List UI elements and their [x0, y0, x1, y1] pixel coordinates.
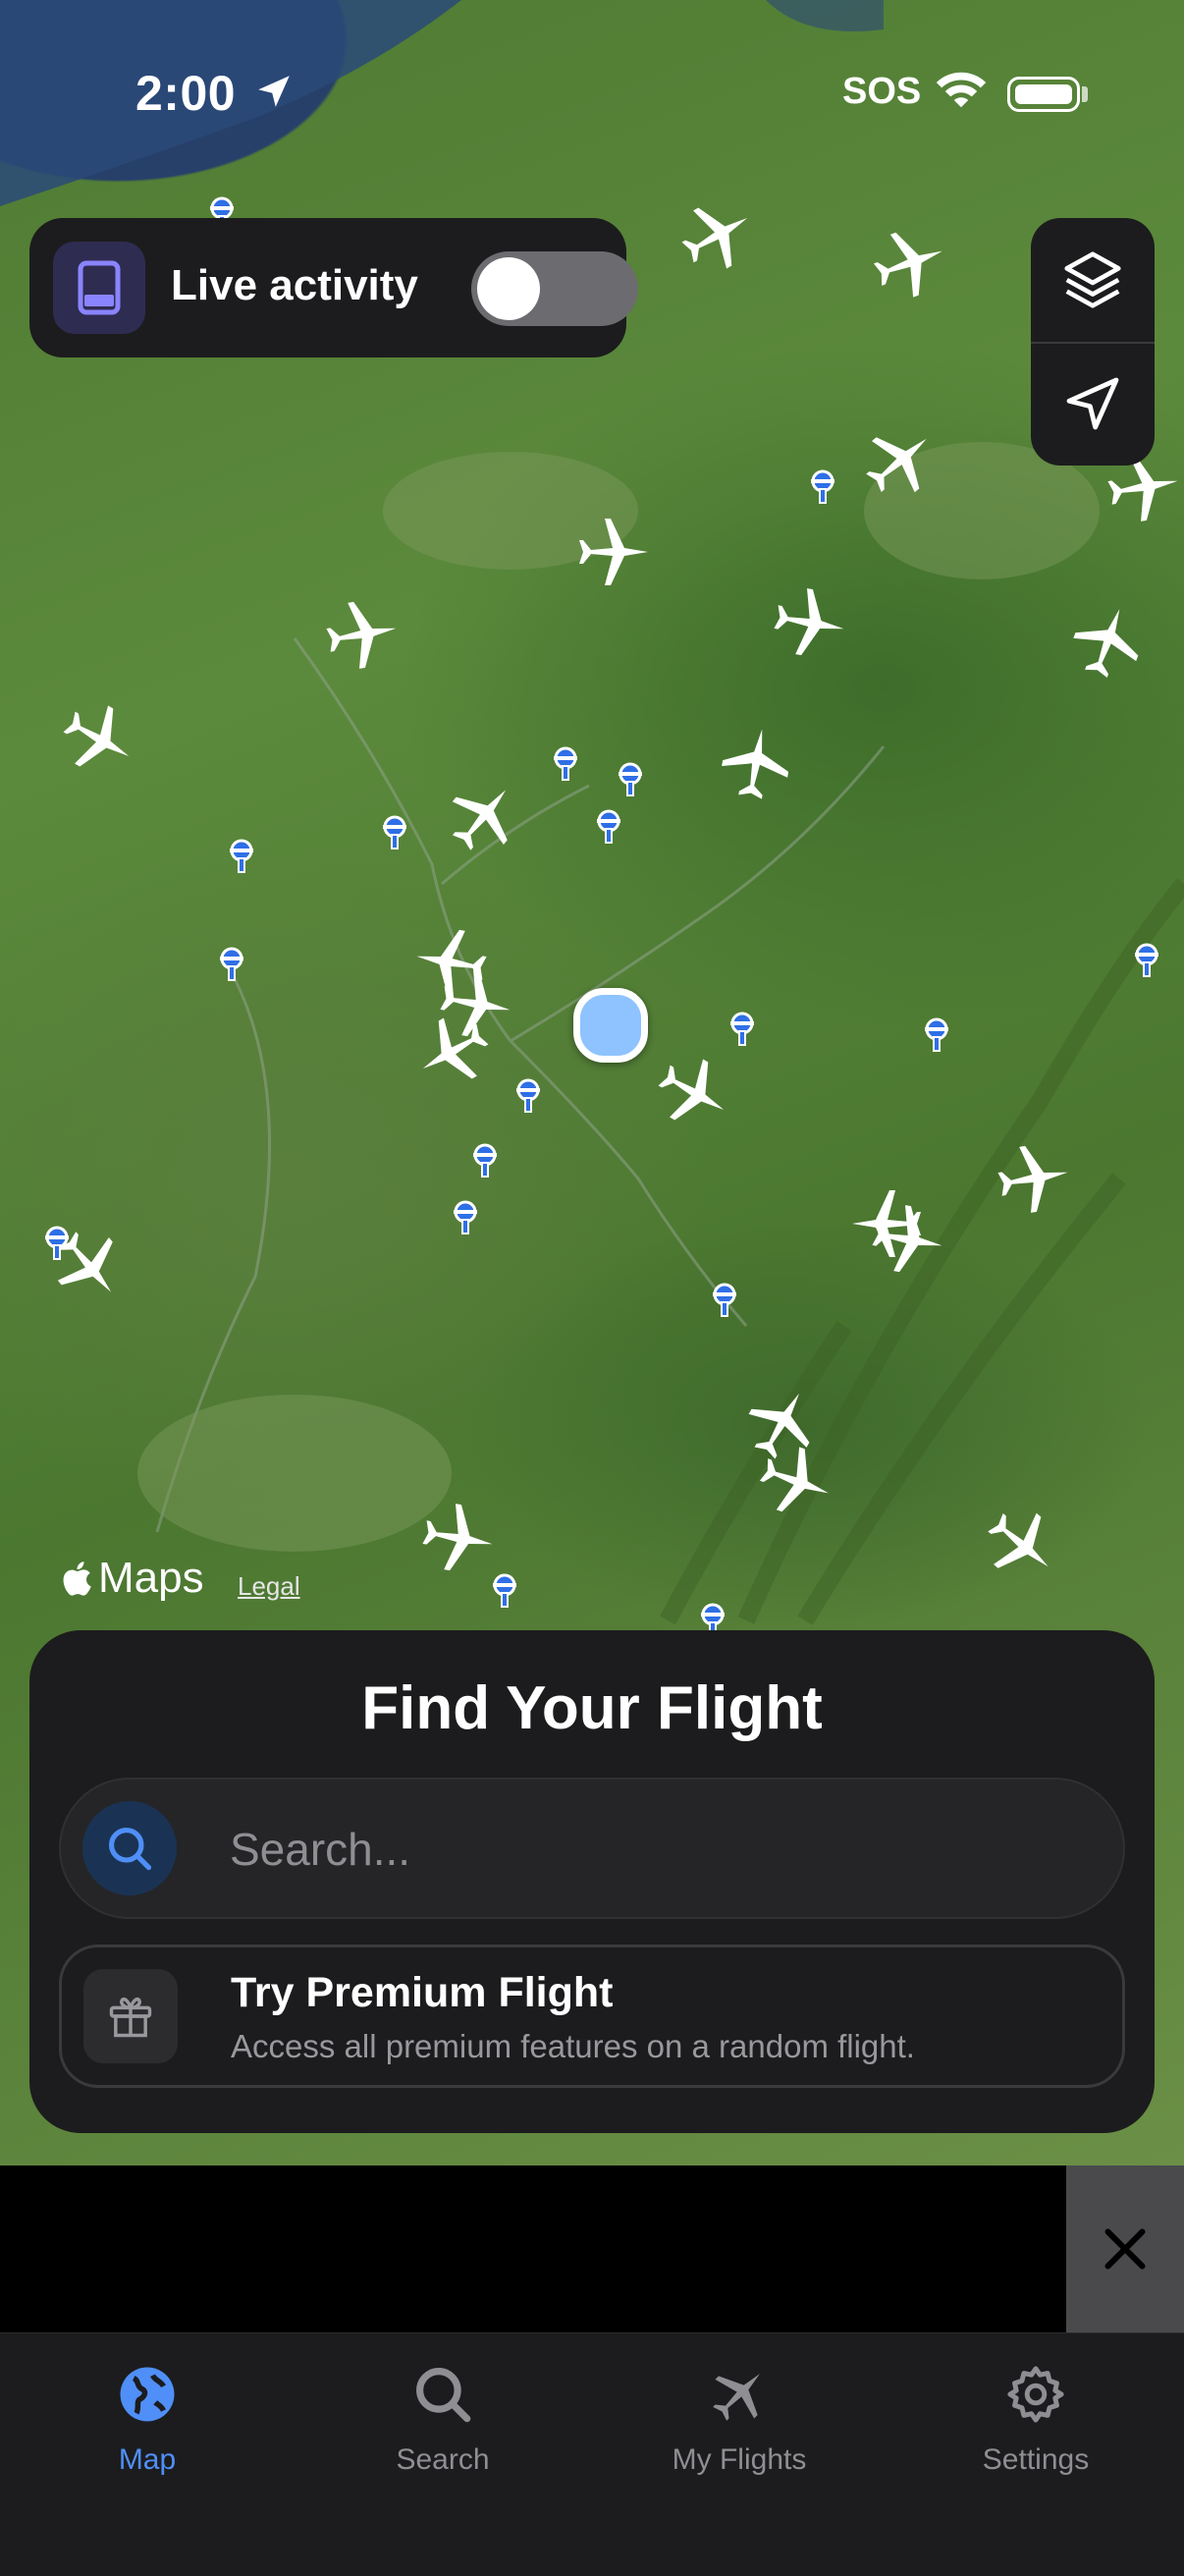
tab-bar: Map Search My Flights Settings — [0, 2332, 1184, 2576]
airplane-marker[interactable] — [870, 224, 948, 302]
airplane-marker[interactable] — [677, 196, 756, 275]
apple-logo-icon — [63, 1562, 91, 1596]
airplane-icon — [713, 2373, 761, 2421]
airplane-marker[interactable] — [654, 1053, 732, 1131]
legal-link[interactable]: Legal — [238, 1571, 300, 1602]
close-ad-button[interactable] — [1066, 2165, 1184, 2332]
search-icon-badge — [82, 1801, 177, 1895]
airport-marker[interactable] — [705, 1281, 744, 1320]
search-placeholder: Search... — [230, 1824, 411, 1875]
user-location-dot — [573, 988, 648, 1063]
airplane-marker[interactable] — [1068, 603, 1147, 682]
premium-title: Try Premium Flight — [231, 1969, 614, 2016]
tab-my-flights[interactable]: My Flights — [641, 2355, 837, 2477]
battery-icon — [1007, 77, 1080, 112]
tab-label: My Flights — [672, 2443, 807, 2476]
airport-marker[interactable] — [37, 1224, 77, 1263]
search-icon — [416, 2368, 471, 2423]
airport-marker[interactable] — [375, 813, 414, 852]
map-controls — [1031, 218, 1155, 466]
airplane-marker[interactable] — [982, 1505, 1060, 1583]
close-icon — [1104, 2228, 1146, 2270]
tab-map[interactable]: Map — [49, 2355, 245, 2477]
gear-icon — [1007, 2366, 1064, 2423]
airport-marker[interactable] — [589, 807, 628, 847]
apple-maps-logo: Maps — [59, 1554, 204, 1603]
flight-search-input[interactable]: Search... — [59, 1778, 1125, 1919]
gift-icon — [109, 1997, 152, 2038]
airplane-marker[interactable] — [414, 1012, 493, 1090]
status-bar: 2:00 SOS — [0, 0, 1184, 187]
tab-label: Search — [396, 2443, 490, 2476]
wifi-icon — [936, 72, 987, 108]
airport-marker[interactable] — [1127, 941, 1166, 980]
airport-marker[interactable] — [212, 945, 251, 984]
airplane-marker[interactable] — [770, 583, 848, 662]
airplane-marker[interactable] — [994, 1139, 1072, 1218]
airplane-marker[interactable] — [59, 699, 137, 778]
sos-indicator: SOS — [842, 71, 922, 112]
tab-settings[interactable]: Settings — [938, 2355, 1134, 2477]
airport-marker[interactable] — [222, 837, 261, 876]
airplane-marker[interactable] — [756, 1442, 834, 1520]
airport-marker[interactable] — [485, 1571, 524, 1611]
try-premium-button[interactable]: Try Premium Flight Access all premium fe… — [59, 1945, 1125, 2088]
maps-label: Maps — [98, 1554, 204, 1602]
airplane-marker[interactable] — [322, 595, 401, 674]
toggle-knob — [477, 257, 540, 320]
airplane-marker[interactable] — [444, 778, 522, 856]
airport-marker[interactable] — [917, 1015, 956, 1055]
airplane-marker[interactable] — [717, 725, 795, 803]
airplane-marker[interactable] — [868, 1200, 946, 1279]
airplane-marker[interactable] — [860, 422, 939, 501]
find-flight-sheet: Find Your Flight Search... Try Premium F… — [29, 1630, 1155, 2133]
search-icon — [108, 1827, 152, 1871]
live-activity-toggle[interactable] — [471, 251, 638, 326]
airport-marker[interactable] — [546, 744, 585, 784]
airport-marker[interactable] — [446, 1198, 485, 1237]
airport-marker[interactable] — [803, 467, 842, 507]
airplane-marker[interactable] — [573, 513, 652, 591]
status-time: 2:00 — [135, 66, 237, 121]
ad-banner — [0, 2165, 1184, 2332]
airport-marker[interactable] — [509, 1076, 548, 1116]
premium-subtitle: Access all premium features on a random … — [231, 2028, 915, 2064]
airplane-marker[interactable] — [418, 1499, 497, 1577]
gift-icon-badge — [83, 1969, 178, 2063]
battery-cap — [1082, 86, 1088, 102]
live-activity-icon — [53, 242, 145, 334]
sheet-title: Find Your Flight — [361, 1674, 823, 1742]
layers-icon — [1064, 251, 1121, 308]
airport-marker[interactable] — [611, 760, 650, 799]
location-arrow-icon — [258, 76, 290, 107]
layers-button[interactable] — [1031, 218, 1155, 342]
tab-search[interactable]: Search — [345, 2355, 541, 2477]
airport-marker[interactable] — [465, 1141, 505, 1180]
live-activity-label: Live activity — [171, 261, 418, 309]
recenter-button[interactable] — [1031, 342, 1155, 466]
tab-label: Map — [118, 2443, 177, 2476]
live-activity-card: Live activity — [29, 218, 638, 357]
navigation-arrow-icon — [1066, 377, 1119, 430]
tab-label: Settings — [982, 2443, 1090, 2476]
airport-marker[interactable] — [723, 1010, 762, 1049]
globe-icon — [120, 2367, 175, 2422]
